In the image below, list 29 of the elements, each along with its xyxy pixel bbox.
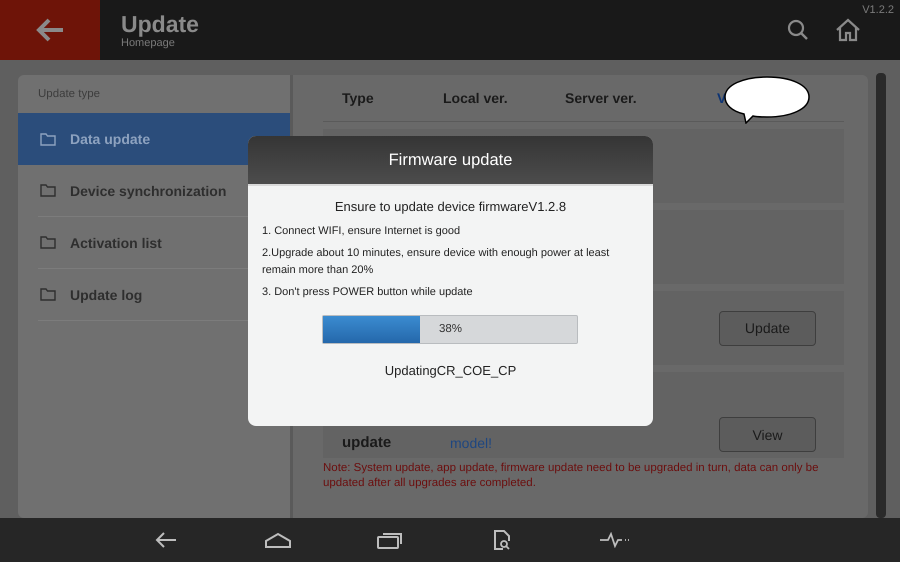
folder-icon — [40, 132, 56, 146]
sidebar-item[interactable]: Data update — [18, 113, 290, 165]
back-arrow-icon — [35, 17, 65, 43]
folder-icon — [40, 288, 56, 301]
back-arrow-icon — [154, 531, 178, 549]
pulse-icon — [599, 532, 629, 548]
document-search-icon — [493, 529, 511, 551]
column-header: Local ver. — [443, 90, 509, 106]
folder-icon — [40, 184, 56, 197]
back-button[interactable] — [0, 0, 100, 60]
home-icon — [264, 532, 292, 548]
column-header: Server ver. — [565, 90, 638, 106]
page-title: Update — [121, 11, 199, 37]
version-label: V1.2.2 — [862, 4, 894, 16]
column-header: Type — [342, 90, 375, 106]
row-description: model! — [450, 435, 494, 451]
row-action-button[interactable]: Update — [719, 310, 816, 346]
folder-icon — [40, 236, 56, 249]
row-action-button[interactable]: View — [719, 417, 816, 452]
home-icon — [835, 18, 861, 42]
progress-reading: 38% — [439, 323, 462, 335]
status-text: UpdatingCR_COE_CP — [384, 363, 518, 378]
note-text: Note: System update, app update, firmware update need to be upgraded in turn, data can only be updated after all upgrades are completed. — [323, 461, 820, 491]
recent-apps-icon — [376, 530, 404, 550]
row-label: update — [342, 434, 392, 451]
search-icon — [787, 19, 809, 41]
dialog-heading: Ensure to update device firmwareV1.2.8 — [334, 199, 568, 214]
dialog-title: Firmware update — [248, 136, 653, 186]
page-subtitle: Homepage — [121, 37, 176, 49]
